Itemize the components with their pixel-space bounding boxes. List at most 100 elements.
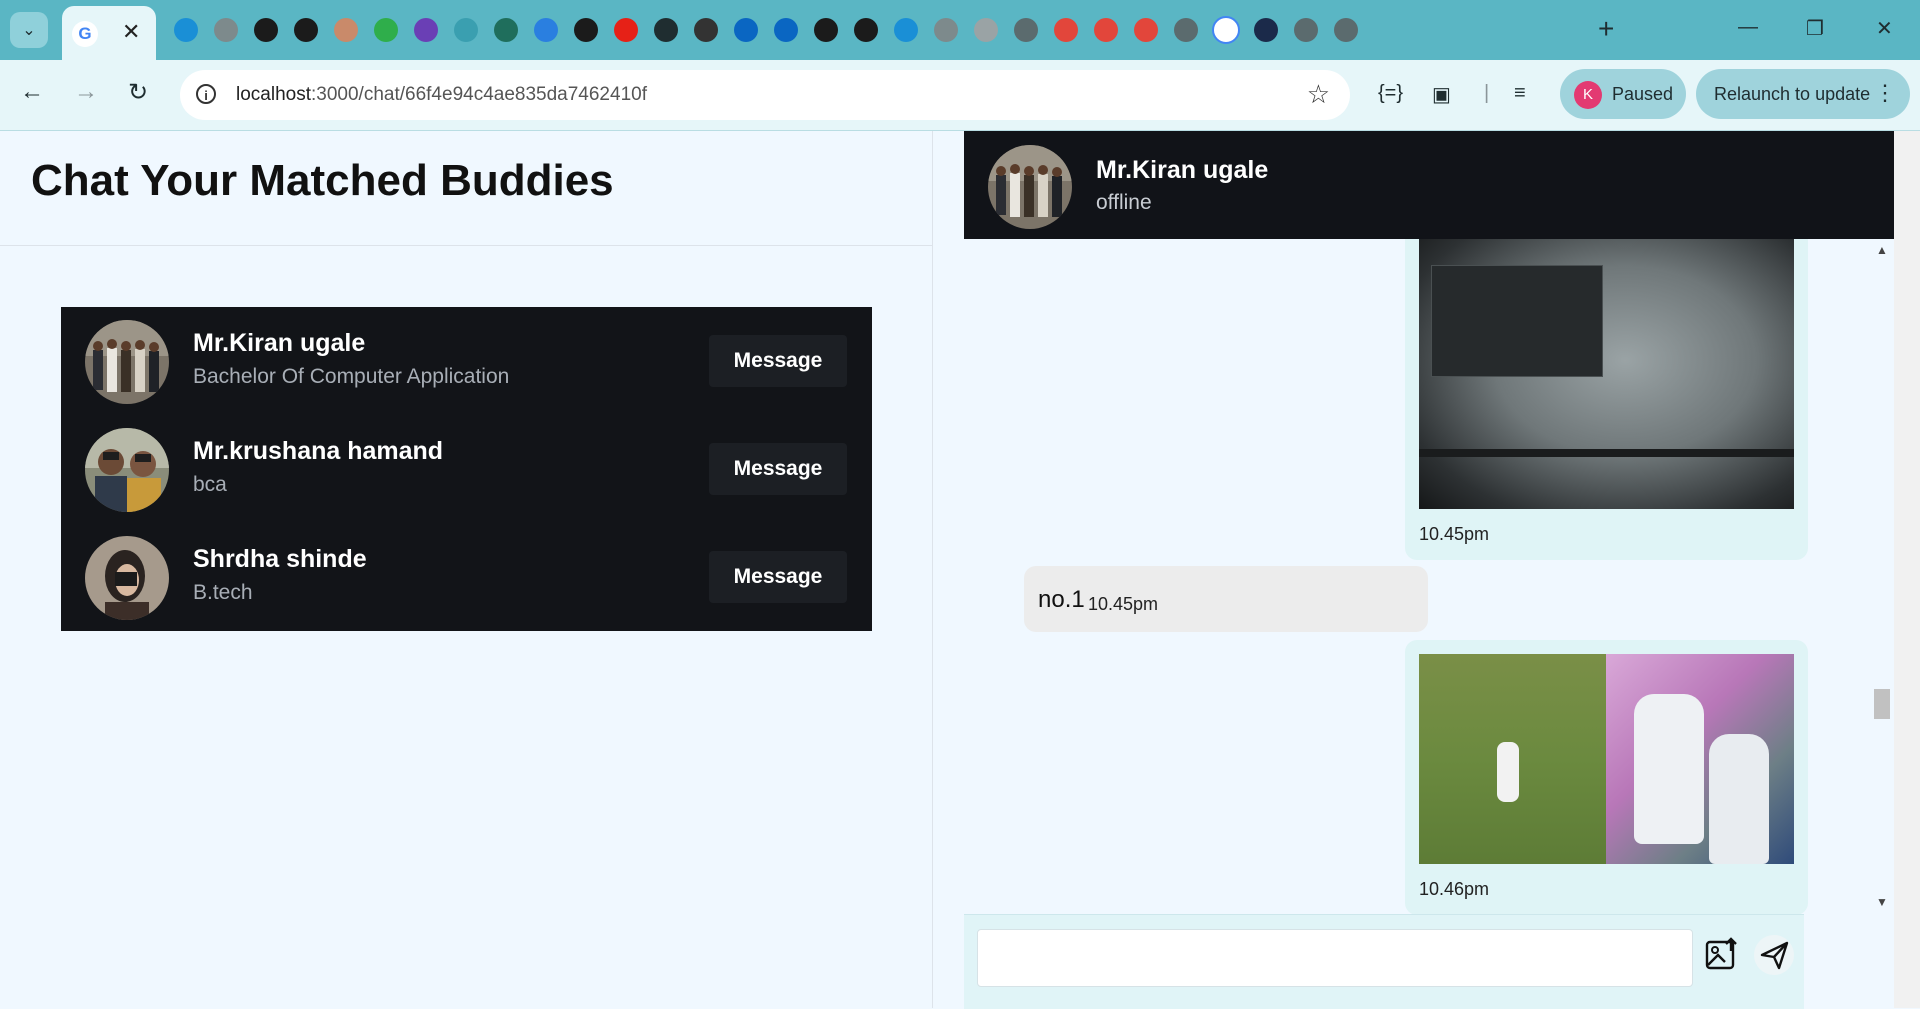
browser-tab[interactable] (486, 14, 526, 46)
minimize-button[interactable]: — (1738, 16, 1758, 39)
browser-tab[interactable] (646, 14, 686, 46)
scroll-thumb[interactable] (1874, 689, 1890, 719)
browser-tab[interactable] (326, 14, 366, 46)
message-time: 10.45pm (1088, 594, 1159, 614)
message-time: 10.46pm (1419, 879, 1490, 899)
tab-icon-whatsapp-53 (374, 18, 398, 42)
page-scrollbar[interactable] (1894, 131, 1920, 1008)
message-image[interactable] (1419, 654, 1794, 864)
browser-tab[interactable] (1126, 14, 1166, 46)
browser-tab[interactable] (926, 14, 966, 46)
back-button[interactable]: ← (20, 78, 44, 106)
browser-tab[interactable] (606, 14, 646, 46)
image-upload-icon[interactable] (1704, 937, 1740, 973)
browser-tab[interactable] (1006, 14, 1046, 46)
page-title: Chat Your Matched Buddies (31, 156, 614, 205)
url-path: :3000/chat/66f4e94c4ae835da7462410f (311, 84, 647, 105)
buddy-item: Shrdha shinde B.tech Message (61, 523, 872, 631)
reload-button[interactable]: ↻ (128, 78, 148, 107)
tab-icon-linkedin2 (774, 18, 798, 42)
site-info-icon[interactable]: i (196, 84, 216, 104)
browser-tab[interactable] (446, 14, 486, 46)
browser-tab[interactable] (806, 14, 846, 46)
relaunch-button[interactable]: Relaunch to update ⋮ (1696, 69, 1910, 119)
scroll-down-arrow-icon[interactable]: ▼ (1876, 895, 1888, 909)
tab-icon-linkedin (734, 18, 758, 42)
browser-tab[interactable] (166, 14, 206, 46)
profile-button[interactable]: K Paused (1560, 69, 1686, 119)
profile-status: Paused (1612, 84, 1674, 104)
tab-icon-v (574, 18, 598, 42)
message-button[interactable]: Message (709, 335, 847, 387)
image-content (1419, 449, 1794, 457)
tab-icon-warning2 (1094, 18, 1118, 42)
browser-tab[interactable] (566, 14, 606, 46)
browser-tab[interactable] (1166, 14, 1206, 46)
close-tab-icon[interactable]: ✕ (122, 19, 140, 45)
browser-tab[interactable] (1086, 14, 1126, 46)
buddy-course: Bachelor Of Computer Application (193, 365, 510, 388)
relaunch-label: Relaunch to update (1714, 84, 1871, 104)
message-input[interactable] (977, 929, 1693, 987)
restore-button[interactable]: ❐ (1806, 16, 1824, 41)
url-host: localhost (236, 84, 311, 105)
address-bar[interactable]: i localhost:3000/chat/66f4e94c4ae835da74… (180, 70, 1350, 120)
browser-tab[interactable] (366, 14, 406, 46)
media-control-icon[interactable]: ≡ (1514, 82, 1526, 105)
browser-tab[interactable] (246, 14, 286, 46)
forward-button[interactable]: → (74, 78, 98, 106)
browser-tab[interactable] (886, 14, 926, 46)
browser-tab[interactable] (1246, 14, 1286, 46)
browser-tab[interactable] (966, 14, 1006, 46)
tab-icon-openai (814, 18, 838, 42)
header-divider (0, 245, 932, 246)
browser-tab[interactable] (526, 14, 566, 46)
compose-bar (964, 914, 1804, 1009)
message-scrollbar[interactable]: ▲ ▼ (1870, 239, 1894, 914)
scroll-up-arrow-icon[interactable]: ▲ (1876, 243, 1888, 257)
tab-icon-chrome4 (1334, 18, 1358, 42)
tab-icon-power (294, 18, 318, 42)
browser-tab[interactable] (206, 14, 246, 46)
chat-contact-status: offline (1096, 191, 1152, 214)
bookmark-star-icon[interactable]: ☆ (1307, 79, 1330, 110)
more-menu-icon[interactable]: ⋮ (1874, 80, 1896, 106)
message-button[interactable]: Message (709, 443, 847, 495)
close-window-button[interactable]: ✕ (1876, 16, 1893, 41)
url-text[interactable]: localhost:3000/chat/66f4e94c4ae835da7462… (236, 84, 647, 106)
browser-tab[interactable] (766, 14, 806, 46)
buddies-panel: Chat Your Matched Buddies Mr.Kiran ugale… (0, 131, 933, 1008)
message-button[interactable]: Message (709, 551, 847, 603)
new-tab-button[interactable]: + (1598, 14, 1614, 44)
tab-icon-chrome3 (1294, 18, 1318, 42)
send-button[interactable] (1754, 935, 1794, 975)
message-time: 10.45pm (1419, 524, 1490, 544)
tab-icon-play (454, 18, 478, 42)
message-image[interactable] (1419, 239, 1794, 509)
browser-tab[interactable] (1326, 14, 1366, 46)
tab-icon-globe3 (974, 18, 998, 42)
image-content (1634, 694, 1704, 844)
active-tab[interactable]: G ✕ (62, 6, 156, 60)
browser-tab[interactable] (726, 14, 766, 46)
tab-strip: ⌄ G ✕ + — ❐ ✕ (0, 0, 1920, 60)
extension-braces-icon[interactable]: {=} (1378, 82, 1403, 105)
browser-tab[interactable] (1286, 14, 1326, 46)
buddy-name: Mr.Kiran ugale (193, 329, 366, 357)
message-list[interactable]: 10.45pm no.1 10.45pm 10.46pm (964, 239, 1869, 914)
tab-icon-site2 (894, 18, 918, 42)
browser-tab[interactable] (1046, 14, 1086, 46)
tab-icon-d (1254, 18, 1278, 42)
buddy-name: Shrdha shinde (193, 545, 367, 573)
browser-tab[interactable] (846, 14, 886, 46)
tab-search-button[interactable]: ⌄ (10, 12, 48, 48)
extensions-puzzle-icon[interactable]: ▣ (1432, 82, 1451, 107)
tab-icon-n (414, 18, 438, 42)
image-content (1497, 742, 1519, 802)
browser-tab[interactable] (1206, 14, 1246, 46)
browser-tab[interactable] (406, 14, 446, 46)
tab-icon-cloud2 (694, 18, 718, 42)
browser-tab[interactable] (686, 14, 726, 46)
browser-tab[interactable] (286, 14, 326, 46)
tab-icon-github (854, 18, 878, 42)
